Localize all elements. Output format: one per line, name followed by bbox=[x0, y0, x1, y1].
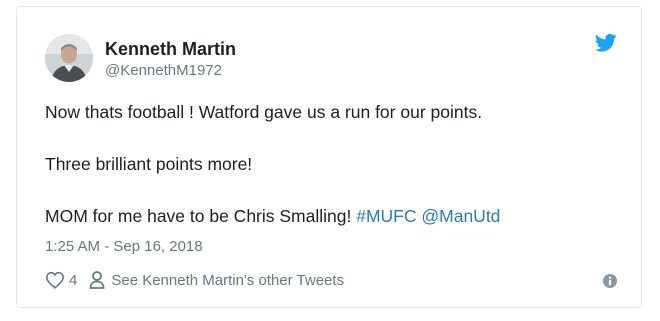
tweet-footer: 4 See Kenneth Martin's other Tweets bbox=[45, 269, 344, 291]
tweet-text-line-3-plain: MOM for me have to be Chris Smalling! bbox=[45, 206, 357, 226]
twitter-bird-icon[interactable] bbox=[595, 33, 617, 53]
mention-link[interactable]: @ManUtd bbox=[421, 206, 500, 226]
hashtag-link[interactable]: #MUFC bbox=[356, 206, 416, 226]
avatar[interactable] bbox=[45, 34, 93, 82]
like-button[interactable]: 4 bbox=[45, 271, 89, 289]
person-icon bbox=[89, 271, 105, 289]
tweet-text-line-3: MOM for me have to be Chris Smalling! #M… bbox=[45, 205, 500, 227]
like-count: 4 bbox=[69, 271, 78, 289]
other-tweets-link[interactable]: See Kenneth Martin's other Tweets bbox=[89, 271, 344, 289]
tweet-text-line-1: Now thats football ! Watford gave us a r… bbox=[45, 102, 483, 122]
tweet-timestamp[interactable]: 1:25 AM - Sep 16, 2018 bbox=[45, 237, 203, 257]
tweet-card: Kenneth Martin @KennethM1972 Now thats f… bbox=[16, 6, 642, 308]
heart-icon bbox=[45, 271, 65, 289]
author-name[interactable]: Kenneth Martin bbox=[105, 38, 236, 60]
avatar-photo bbox=[45, 34, 93, 82]
info-icon[interactable] bbox=[603, 274, 617, 288]
tweet-text-line-2: Three brilliant points more! bbox=[45, 154, 253, 174]
other-tweets-label: See Kenneth Martin's other Tweets bbox=[111, 271, 345, 289]
author-handle[interactable]: @KennethM1972 bbox=[105, 61, 222, 81]
